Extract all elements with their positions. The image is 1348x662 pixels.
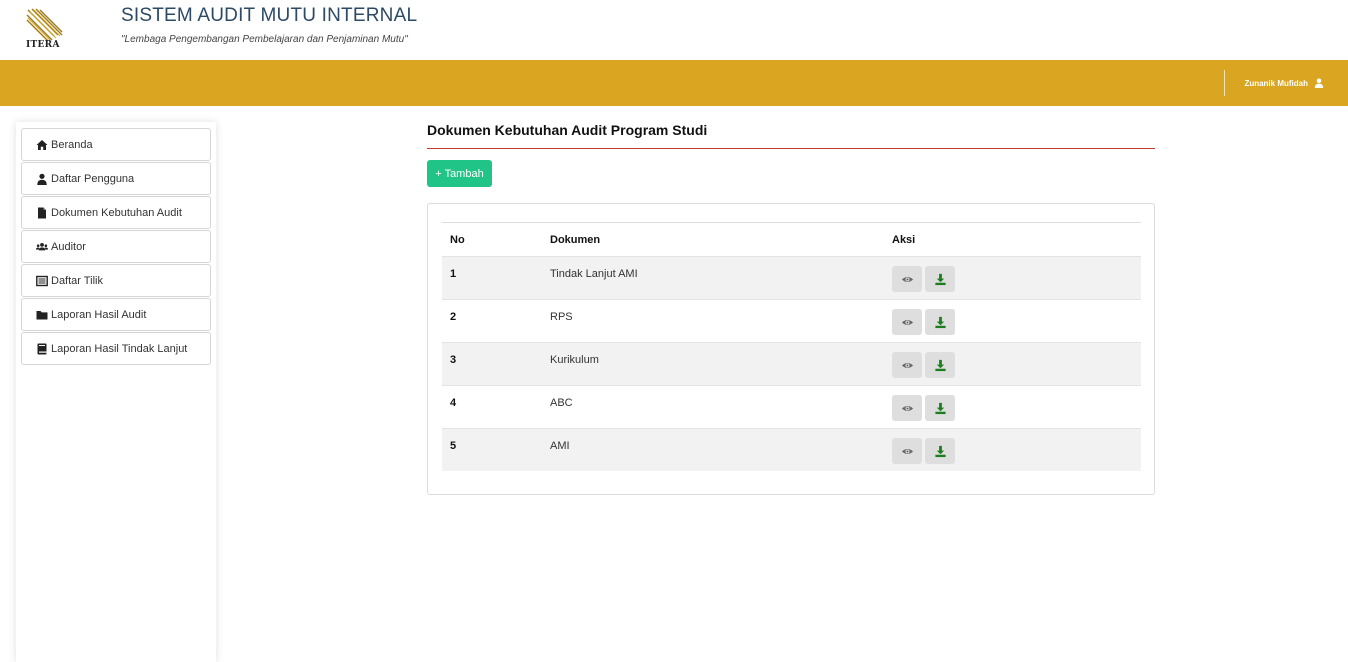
app-subtitle: "Lembaga Pengembangan Pembelajaran dan P… (121, 34, 408, 45)
eye-icon (901, 405, 913, 411)
view-button[interactable] (892, 266, 922, 292)
sidebar-item-daftar-tilik[interactable]: Daftar Tilik (21, 264, 211, 297)
row-number: 4 (450, 397, 457, 409)
eye-icon (901, 276, 913, 282)
list-icon (36, 275, 48, 286)
user-name: Zunanik Mufidah (1244, 78, 1308, 88)
file-icon (38, 207, 46, 218)
sidebar-item-laporan-hasil-audit[interactable]: Laporan Hasil Audit (21, 298, 211, 331)
row-number: 1 (450, 268, 457, 280)
view-button[interactable] (892, 395, 922, 421)
document-table: No Dokumen Aksi 1 Tindak Lanjut AMI 2 RP… (442, 222, 1141, 471)
app-title: SISTEM AUDIT MUTU INTERNAL (121, 5, 418, 26)
view-button[interactable] (892, 438, 922, 464)
eye-icon (901, 319, 913, 325)
sidebar: Beranda Daftar Pengguna Dokumen Kebutuha… (16, 122, 216, 662)
download-button[interactable] (925, 352, 955, 378)
document-name: RPS (550, 311, 573, 323)
sidebar-item-beranda[interactable]: Beranda (21, 128, 211, 161)
row-actions (892, 266, 955, 292)
row-actions (892, 395, 955, 421)
download-icon (934, 316, 946, 328)
table-row: 1 Tindak Lanjut AMI (442, 256, 1141, 299)
download-icon (934, 445, 946, 457)
row-actions (892, 309, 955, 335)
row-actions (892, 352, 955, 378)
document-name: Kurikulum (550, 354, 599, 366)
sidebar-item-label: Dokumen Kebutuhan Audit (51, 206, 182, 219)
document-name: ABC (550, 397, 573, 409)
sidebar-item-label: Daftar Tilik (51, 274, 103, 287)
home-icon (36, 139, 48, 150)
sidebar-item-auditor[interactable]: Auditor (21, 230, 211, 263)
table-row: 3 Kurikulum (442, 342, 1141, 385)
sidebar-item-label: Daftar Pengguna (51, 172, 135, 185)
eye-icon (901, 448, 913, 454)
column-header-dokumen: Dokumen (550, 234, 601, 246)
download-icon (934, 273, 946, 285)
title-divider (427, 148, 1155, 149)
user-icon (1314, 78, 1324, 88)
add-button[interactable]: + Tambah (427, 160, 492, 187)
download-button[interactable] (925, 309, 955, 335)
sidebar-item-label: Laporan Hasil Audit (51, 308, 147, 321)
users-icon (36, 242, 48, 250)
download-icon (934, 359, 946, 371)
document-name: Tindak Lanjut AMI (550, 268, 638, 280)
sidebar-item-daftar-pengguna[interactable]: Daftar Pengguna (21, 162, 211, 195)
table-header-row: No Dokumen Aksi (442, 223, 1141, 256)
sidebar-item-label: Beranda (51, 138, 93, 151)
download-button[interactable] (925, 266, 955, 292)
book-icon (37, 343, 47, 354)
header: ITERA SISTEM AUDIT MUTU INTERNAL "Lembag… (0, 0, 1348, 60)
sidebar-item-dokumen-kebutuhan-audit[interactable]: Dokumen Kebutuhan Audit (21, 196, 211, 229)
table-row: 5 AMI (442, 428, 1141, 471)
logo-text: ITERA (26, 40, 60, 50)
view-button[interactable] (892, 352, 922, 378)
table-row: 4 ABC (442, 385, 1141, 428)
document-name: AMI (550, 440, 570, 452)
page-title: Dokumen Kebutuhan Audit Program Studi (427, 122, 708, 138)
user-icon (37, 173, 47, 185)
row-number: 5 (450, 440, 457, 452)
row-number: 2 (450, 311, 457, 323)
eye-icon (901, 362, 913, 368)
row-actions (892, 438, 955, 464)
document-table-card: No Dokumen Aksi 1 Tindak Lanjut AMI 2 RP… (427, 203, 1155, 495)
download-button[interactable] (925, 395, 955, 421)
sidebar-item-laporan-hasil-tindak-lanjut[interactable]: Laporan Hasil Tindak Lanjut (21, 332, 211, 365)
download-icon (934, 402, 946, 414)
table-row: 2 RPS (442, 299, 1141, 342)
column-header-no: No (450, 234, 465, 246)
top-navbar: Zunanik Mufidah (0, 60, 1348, 106)
folder-icon (36, 310, 48, 319)
download-button[interactable] (925, 438, 955, 464)
row-number: 3 (450, 354, 457, 366)
user-menu[interactable]: Zunanik Mufidah (1224, 70, 1348, 96)
view-button[interactable] (892, 309, 922, 335)
sidebar-item-label: Laporan Hasil Tindak Lanjut (51, 342, 188, 355)
sidebar-item-label: Auditor (51, 240, 86, 253)
column-header-aksi: Aksi (892, 234, 916, 246)
